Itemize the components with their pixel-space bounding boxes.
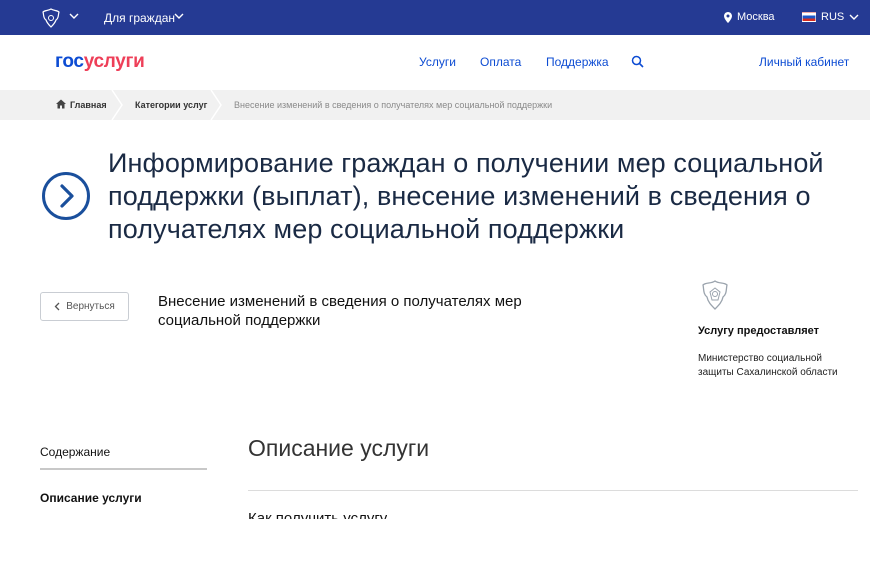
section-title: Описание услуги: [248, 435, 430, 461]
gosuslugi-logo[interactable]: госуслуги: [55, 51, 145, 73]
nav-services[interactable]: Услуги: [419, 55, 456, 69]
chevron-left-icon: [54, 302, 60, 311]
search-icon[interactable]: [631, 55, 644, 68]
city-label: Москва: [737, 11, 775, 23]
page-title-line: получателях мер социальной поддержки: [108, 214, 625, 244]
back-button-label: Вернуться: [66, 301, 115, 312]
location-pin-icon: [724, 11, 732, 23]
section-divider: [248, 490, 858, 491]
chevron-down-icon[interactable]: [69, 12, 79, 20]
audience-selector[interactable]: Для граждан: [104, 11, 175, 25]
breadcrumb: Главная Категории услуг Внесение изменен…: [0, 90, 870, 120]
breadcrumb-categories[interactable]: Категории услуг: [135, 100, 207, 110]
logo-part-uslugi: услуги: [83, 51, 145, 72]
sidebar-item-contents[interactable]: Содержание: [40, 445, 110, 459]
top-bar: Для граждан Москва RUS: [0, 0, 870, 35]
chevron-down-icon: [849, 14, 859, 20]
page-title: Информирование граждан о получении мер с…: [108, 147, 868, 246]
coat-of-arms-icon: [702, 280, 728, 310]
back-button[interactable]: Вернуться: [40, 292, 129, 321]
provider-name-line: Министерство социальной: [698, 353, 822, 364]
breadcrumb-home[interactable]: Главная: [70, 100, 107, 110]
city-selector[interactable]: Москва: [724, 11, 775, 23]
provider-name: Министерство социальной защиты Сахалинск…: [698, 352, 858, 380]
nav-payment[interactable]: Оплата: [480, 55, 521, 69]
page-title-line: поддержки (выплат), внесение изменений в…: [108, 181, 811, 211]
main-header: госуслуги Услуги Оплата Поддержка Личный…: [0, 35, 870, 90]
arrow-circle-icon: [42, 172, 90, 220]
sidebar-item-description[interactable]: Описание услуги: [40, 491, 142, 505]
nav-support[interactable]: Поддержка: [546, 55, 609, 69]
breadcrumb-current: Внесение изменений в сведения о получате…: [234, 100, 553, 110]
provider-label: Услугу предоставляет: [698, 325, 820, 337]
coat-of-arms-icon[interactable]: [40, 7, 62, 29]
language-label: RUS: [821, 11, 845, 23]
service-subtitle-line: социальной поддержки: [158, 312, 321, 329]
breadcrumb-separator-icon: [210, 90, 222, 120]
logo-part-gos: гос: [55, 51, 84, 72]
provider-name-line: защиты Сахалинской области: [698, 367, 838, 378]
russian-flag-icon: [802, 12, 816, 22]
home-icon[interactable]: [56, 99, 66, 109]
language-selector[interactable]: RUS: [802, 11, 859, 23]
page-title-line: Информирование граждан о получении мер с…: [108, 148, 824, 178]
breadcrumb-separator-icon: [111, 90, 123, 120]
chevron-down-icon[interactable]: [174, 12, 184, 20]
service-subtitle-line: Внесение изменений в сведения о получате…: [158, 293, 522, 310]
how-to-get-service-toggle[interactable]: Как получить услугу: [248, 509, 387, 519]
personal-account-link[interactable]: Личный кабинет: [759, 55, 849, 69]
sidebar-divider: [40, 468, 207, 470]
service-subtitle: Внесение изменений в сведения о получате…: [158, 292, 598, 330]
